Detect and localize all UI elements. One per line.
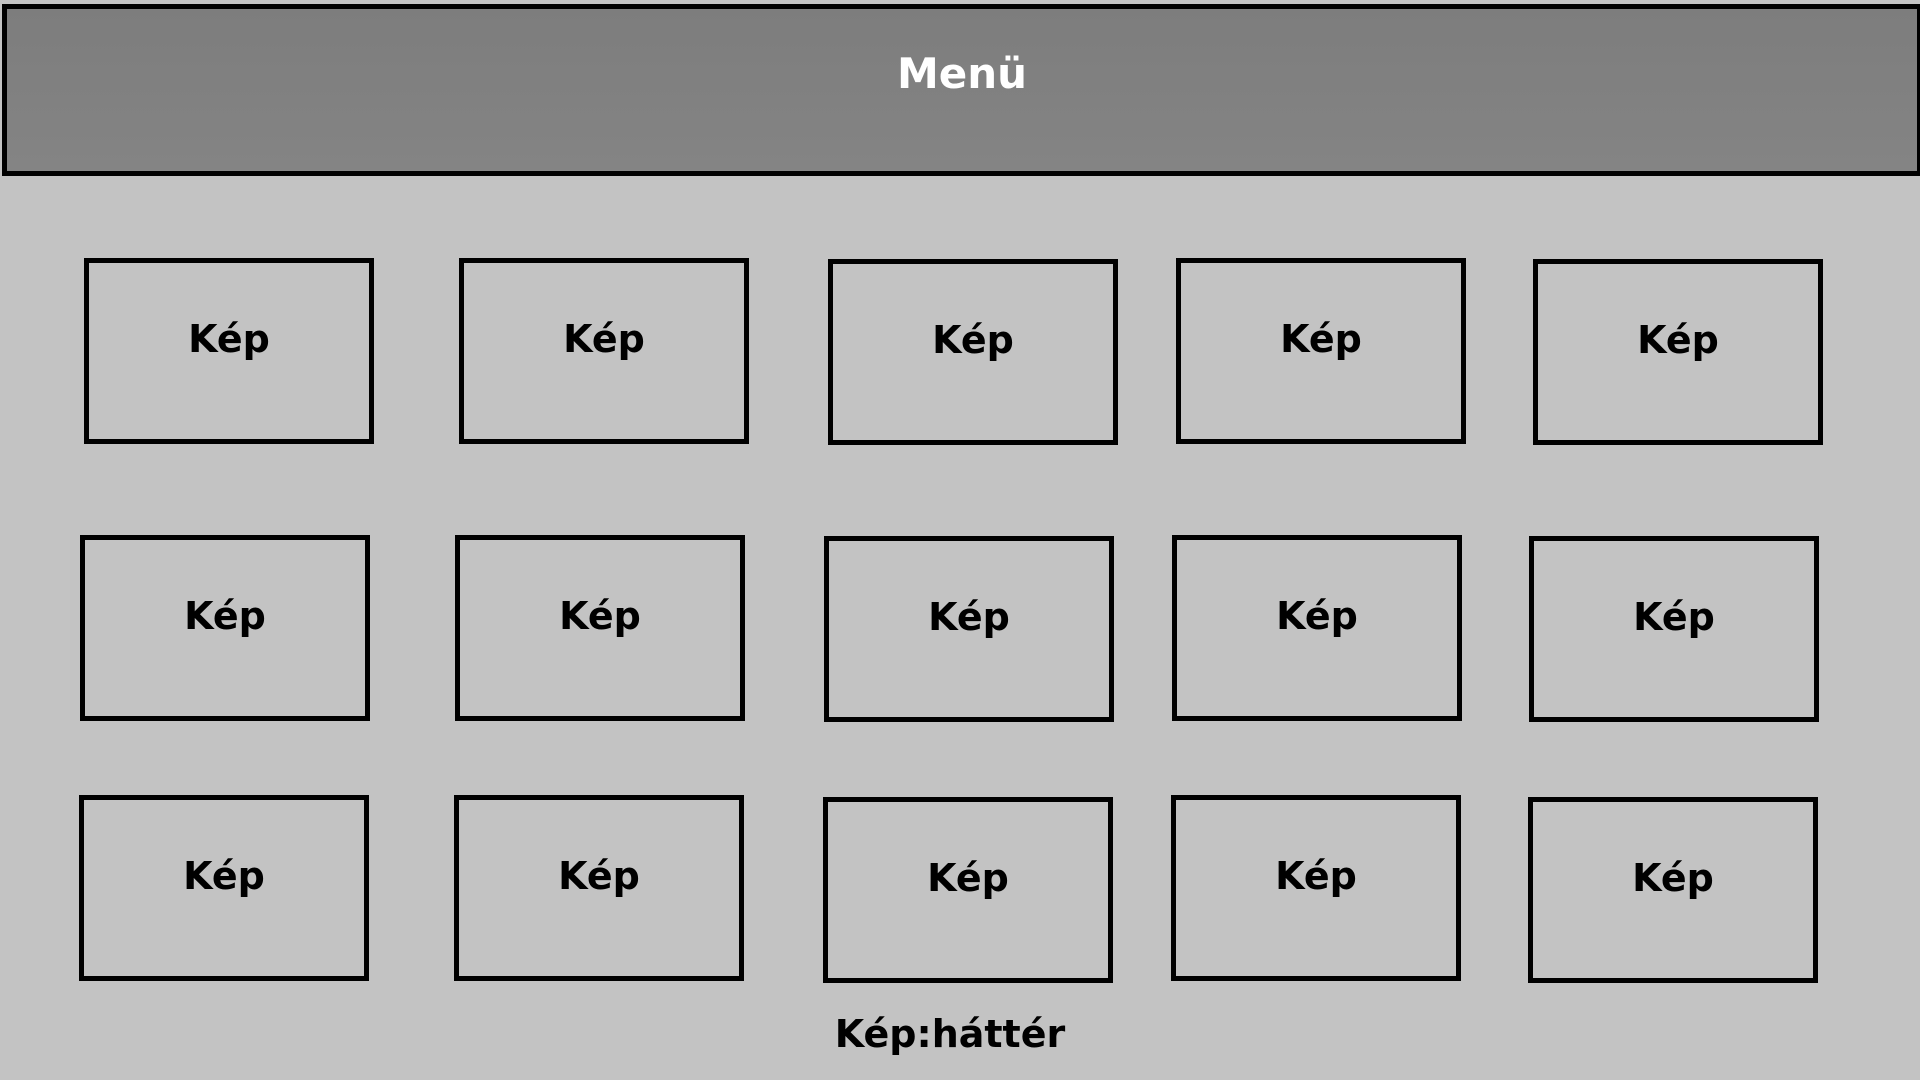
- image-tile-1[interactable]: Kép: [84, 258, 374, 444]
- image-placeholder-label: Kép: [183, 854, 265, 898]
- image-tile-4[interactable]: Kép: [1176, 258, 1466, 444]
- image-tile-2[interactable]: Kép: [459, 258, 749, 444]
- image-placeholder-label: Kép: [932, 318, 1014, 362]
- image-placeholder-label: Kép: [1276, 594, 1358, 638]
- image-tile-6[interactable]: Kép: [80, 535, 370, 721]
- image-placeholder-label: Kép: [1632, 856, 1714, 900]
- image-placeholder-label: Kép: [558, 854, 640, 898]
- image-placeholder-label: Kép: [563, 317, 645, 361]
- menu-title: Menü: [896, 49, 1028, 98]
- image-tile-13[interactable]: Kép: [823, 797, 1113, 983]
- image-tile-15[interactable]: Kép: [1528, 797, 1818, 983]
- image-tile-8[interactable]: Kép: [824, 536, 1114, 722]
- image-placeholder-label: Kép: [559, 594, 641, 638]
- image-tile-9[interactable]: Kép: [1172, 535, 1462, 721]
- image-placeholder-label: Kép: [1637, 318, 1719, 362]
- image-tile-3[interactable]: Kép: [828, 259, 1118, 445]
- image-placeholder-label: Kép: [184, 594, 266, 638]
- image-tile-11[interactable]: Kép: [79, 795, 369, 981]
- menu-bar[interactable]: Menü: [2, 4, 1920, 176]
- image-placeholder-label: Kép: [1275, 854, 1357, 898]
- background-caption: Kép:háttér: [0, 1012, 1920, 1056]
- wireframe-page: Menü Kép Kép Kép Kép Kép Kép Kép Kép Kép…: [0, 0, 1920, 1080]
- background-caption-text: Kép:háttér: [834, 1012, 1066, 1056]
- image-tile-7[interactable]: Kép: [455, 535, 745, 721]
- image-tile-12[interactable]: Kép: [454, 795, 744, 981]
- image-placeholder-label: Kép: [1633, 595, 1715, 639]
- image-placeholder-label: Kép: [1280, 317, 1362, 361]
- image-placeholder-label: Kép: [188, 317, 270, 361]
- image-tile-10[interactable]: Kép: [1529, 536, 1819, 722]
- image-tile-5[interactable]: Kép: [1533, 259, 1823, 445]
- image-tile-14[interactable]: Kép: [1171, 795, 1461, 981]
- image-placeholder-label: Kép: [927, 856, 1009, 900]
- image-placeholder-label: Kép: [928, 595, 1010, 639]
